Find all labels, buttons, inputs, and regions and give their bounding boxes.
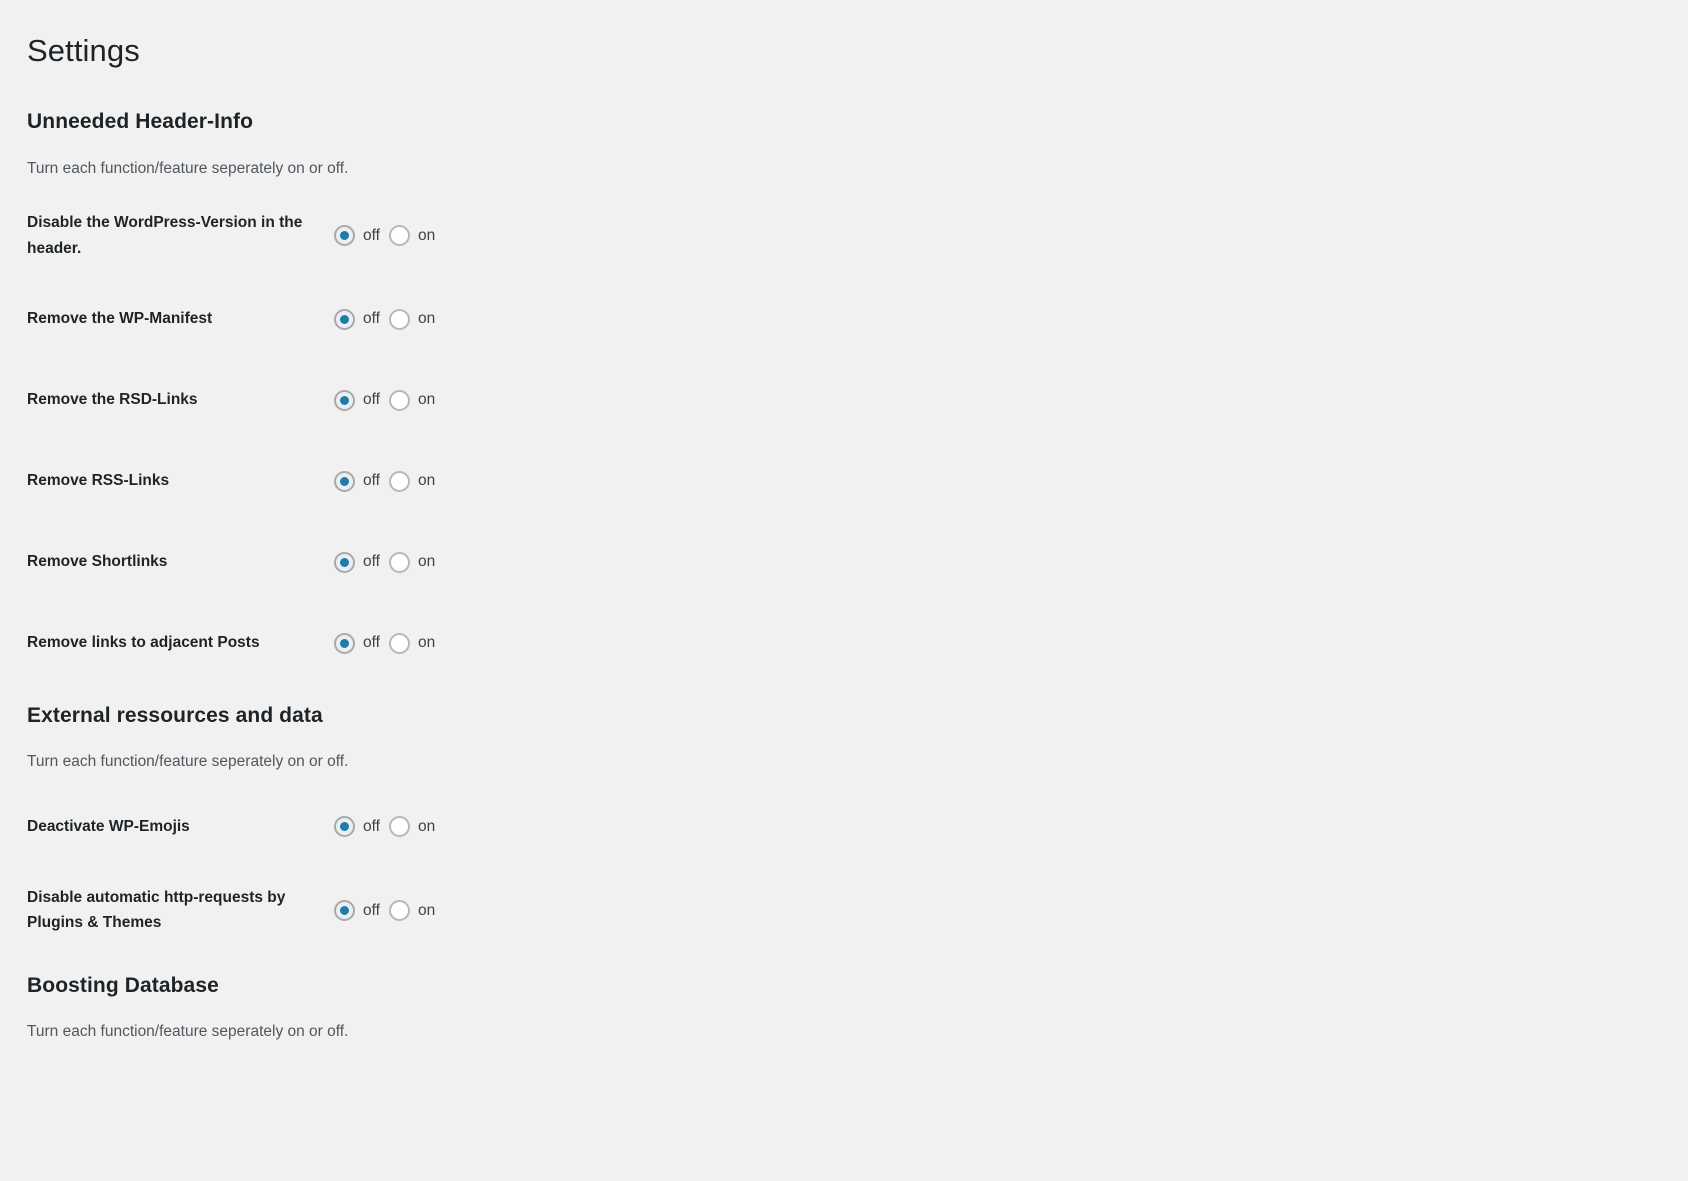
radio-on-radio-icon[interactable] xyxy=(388,632,410,654)
setting-label: Remove the WP-Manifest xyxy=(27,310,213,328)
setting-label: Remove the RSD-Links xyxy=(27,391,198,409)
radio-on-option[interactable]: on xyxy=(388,308,436,330)
setting-toggle-group: off on xyxy=(334,225,435,246)
radio-on-option[interactable]: on xyxy=(388,225,436,246)
radio-on-label: on xyxy=(417,310,436,328)
settings-row-list: Deactivate WP-Emojis off on Disable automat… xyxy=(27,804,1688,936)
radio-on-option[interactable]: on xyxy=(388,470,436,492)
radio-off-label: off xyxy=(363,226,380,244)
radio-off-option[interactable]: off xyxy=(334,632,380,654)
radio-on-radio-icon[interactable] xyxy=(388,470,410,492)
setting-label: Deactivate WP-Emojis xyxy=(27,817,190,835)
settings-sections: Unneeded Header-Info Turn each function/f… xyxy=(27,107,1688,1043)
setting-label: Remove links to adjacent Posts xyxy=(27,634,260,652)
radio-off-label: off xyxy=(363,634,380,652)
radio-on-option[interactable]: on xyxy=(388,899,436,921)
section-header: Boosting Database Turn each function/feat… xyxy=(27,971,1688,1044)
radio-off-option[interactable]: off xyxy=(334,225,380,246)
radio-off-option[interactable]: off xyxy=(334,308,380,330)
radio-on-label: on xyxy=(417,817,436,835)
radio-on-option[interactable]: on xyxy=(388,816,436,838)
radio-off-radio-icon[interactable] xyxy=(334,225,355,246)
setting-label: Disable the WordPress-Version in the hea… xyxy=(27,213,303,257)
radio-on-radio-icon[interactable] xyxy=(388,308,410,330)
radio-off-radio-icon[interactable] xyxy=(334,470,355,492)
radio-off-label: off xyxy=(363,901,380,919)
section-description: Turn each function/feature seperately on… xyxy=(27,159,349,177)
section-title: Unneeded Header-Info xyxy=(27,110,254,134)
radio-on-label: on xyxy=(417,472,436,490)
radio-off-option[interactable]: off xyxy=(334,470,380,492)
setting-toggle-group: off on xyxy=(334,308,436,330)
settings-section: Unneeded Header-Info Turn each function/f… xyxy=(27,107,1688,666)
section-description: Turn each function/feature seperately on… xyxy=(27,753,349,771)
radio-off-label: off xyxy=(363,310,380,328)
settings-row: Disable the WordPress-Version in the hea… xyxy=(27,210,1688,261)
settings-row: Remove links to adjacent Posts off on xyxy=(27,620,1688,666)
settings-section: Boosting Database Turn each function/feat… xyxy=(27,971,1688,1044)
section-title: Boosting Database xyxy=(27,973,219,997)
radio-off-label: off xyxy=(363,391,380,409)
radio-on-radio-icon[interactable] xyxy=(388,816,410,838)
settings-row: Remove RSS-Links off on xyxy=(27,458,1688,504)
settings-row-list: Disable the WordPress-Version in the hea… xyxy=(27,210,1688,666)
settings-row: Deactivate WP-Emojis off on xyxy=(27,804,1688,850)
radio-on-label: on xyxy=(417,391,436,409)
radio-on-radio-icon[interactable] xyxy=(388,225,410,246)
radio-off-radio-icon[interactable] xyxy=(334,632,355,654)
radio-on-option[interactable]: on xyxy=(388,551,436,573)
settings-row: Remove the WP-Manifest off on xyxy=(27,296,1688,342)
setting-label: Remove Shortlinks xyxy=(27,553,168,571)
setting-toggle-group: off on xyxy=(334,470,436,492)
section-header: External ressources and data Turn each fu… xyxy=(27,701,1688,774)
radio-off-radio-icon[interactable] xyxy=(334,308,355,330)
section-header: Unneeded Header-Info Turn each function/f… xyxy=(27,107,1688,180)
settings-row: Remove Shortlinks off on xyxy=(27,539,1688,585)
settings-row: Disable automatic http-requests by Plugi… xyxy=(27,885,1688,936)
radio-off-radio-icon[interactable] xyxy=(334,899,355,921)
settings-row: Remove the RSD-Links off on xyxy=(27,377,1688,423)
page-title: Settings xyxy=(27,33,140,68)
setting-toggle-group: off on xyxy=(334,632,436,654)
setting-toggle-group: off on xyxy=(334,816,436,838)
setting-label: Disable automatic http-requests by Plugi… xyxy=(27,888,286,932)
setting-toggle-group: off on xyxy=(334,899,436,921)
radio-off-option[interactable]: off xyxy=(334,816,380,838)
setting-toggle-group: off on xyxy=(334,551,436,573)
settings-section: External ressources and data Turn each fu… xyxy=(27,701,1688,936)
radio-on-label: on xyxy=(417,553,436,571)
setting-label: Remove RSS-Links xyxy=(27,472,170,490)
radio-on-label: on xyxy=(417,634,436,652)
radio-on-radio-icon[interactable] xyxy=(388,899,410,921)
radio-on-radio-icon[interactable] xyxy=(388,389,410,411)
radio-off-option[interactable]: off xyxy=(334,899,380,921)
radio-off-option[interactable]: off xyxy=(334,551,380,573)
radio-on-label: on xyxy=(417,226,436,244)
radio-off-radio-icon[interactable] xyxy=(334,816,355,838)
radio-off-label: off xyxy=(363,472,380,490)
radio-on-radio-icon[interactable] xyxy=(388,551,410,573)
radio-off-label: off xyxy=(363,817,380,835)
settings-page: Settings Unneeded Header-Info Turn each f… xyxy=(0,0,1688,1043)
section-description: Turn each function/feature seperately on… xyxy=(27,1023,349,1041)
radio-off-radio-icon[interactable] xyxy=(334,389,355,411)
setting-toggle-group: off on xyxy=(334,389,436,411)
radio-on-option[interactable]: on xyxy=(388,389,436,411)
radio-on-label: on xyxy=(417,901,436,919)
section-title: External ressources and data xyxy=(27,704,323,728)
radio-off-label: off xyxy=(363,553,380,571)
radio-off-radio-icon[interactable] xyxy=(334,551,355,573)
radio-off-option[interactable]: off xyxy=(334,389,380,411)
radio-on-option[interactable]: on xyxy=(388,632,436,654)
